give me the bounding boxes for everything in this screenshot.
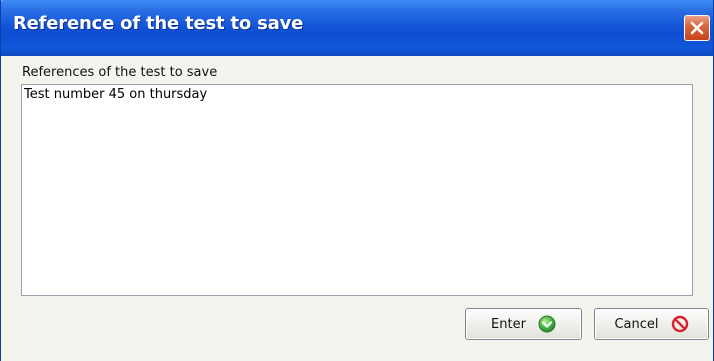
title-bar[interactable]: Reference of the test to save: [1, 0, 713, 56]
cancel-button-label: Cancel: [614, 316, 659, 332]
enter-button-label: Enter: [491, 316, 526, 332]
green-arrow-down-icon: [538, 315, 556, 333]
close-icon: [690, 21, 704, 35]
dialog-content: References of the test to save Enter: [1, 56, 713, 361]
close-button[interactable]: [684, 15, 710, 41]
enter-button[interactable]: Enter: [465, 308, 582, 340]
dialog-window: Reference of the test to save References…: [0, 0, 714, 361]
references-label: References of the test to save: [22, 65, 218, 80]
references-textarea[interactable]: [21, 84, 693, 296]
red-prohibited-icon: [671, 315, 689, 333]
cancel-button[interactable]: Cancel: [594, 308, 709, 340]
window-title: Reference of the test to save: [13, 13, 304, 34]
